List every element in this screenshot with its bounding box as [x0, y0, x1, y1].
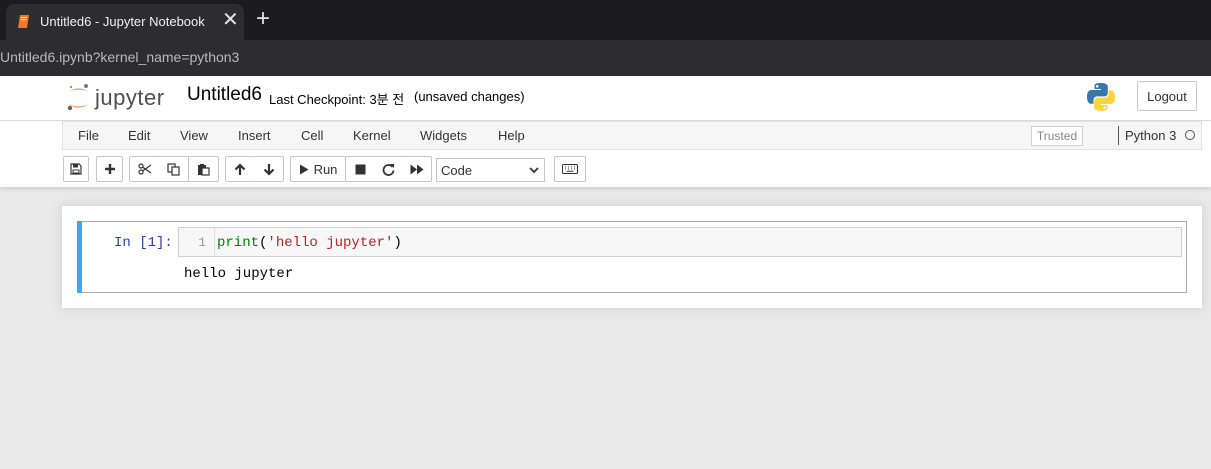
autosave-status: (unsaved changes) — [414, 89, 525, 104]
line-number: 1 — [198, 235, 206, 250]
arrow-up-icon — [234, 162, 246, 175]
interrupt-button[interactable] — [346, 156, 375, 182]
kernel-idle-indicator — [1185, 130, 1195, 140]
notebook-name[interactable]: Untitled6 — [187, 84, 262, 106]
arrow-down-icon — [263, 163, 274, 176]
line-number-gutter: 1 — [179, 228, 215, 256]
code-string: 'hello jupyter' — [267, 235, 394, 251]
keyboard-icon — [562, 164, 578, 174]
save-button[interactable] — [63, 156, 89, 182]
command-palette-button[interactable] — [554, 156, 586, 182]
address-bar[interactable]: Untitled6.ipynb?kernel_name=python3 — [0, 40, 1211, 76]
code-editor[interactable]: 1 print('hello jupyter') — [178, 227, 1182, 257]
run-label: Run — [313, 161, 338, 177]
copy-icon — [167, 162, 180, 176]
logout-button[interactable]: Logout — [1137, 81, 1197, 111]
restart-icon — [382, 163, 394, 176]
restart-run-all-button[interactable] — [402, 156, 432, 182]
run-button[interactable]: Run — [290, 156, 346, 182]
code-paren-close: ) — [393, 235, 402, 251]
cell-selection-bar — [77, 221, 82, 293]
menu-edit[interactable]: Edit — [128, 128, 150, 143]
notebook-favicon-icon — [18, 15, 29, 28]
url-text[interactable]: Untitled6.ipynb?kernel_name=python3 — [0, 49, 239, 65]
paste-icon — [198, 163, 210, 176]
browser-tab-bar: Untitled6 - Jupyter Notebook ✕ + — [0, 0, 1211, 40]
move-down-button[interactable] — [254, 156, 284, 182]
copy-button[interactable] — [159, 156, 189, 182]
browser-tab[interactable]: Untitled6 - Jupyter Notebook ✕ — [6, 4, 244, 40]
menu-help[interactable]: Help — [498, 128, 525, 143]
code-line[interactable]: print('hello jupyter') — [217, 235, 402, 251]
input-prompt: In [1]: — [114, 235, 173, 251]
cut-icon — [137, 163, 151, 175]
kernel-name[interactable]: Python 3 — [1125, 128, 1176, 143]
jupyter-header: jupyter Untitled6 Last Checkpoint: 3분 전 … — [0, 76, 1211, 121]
trusted-indicator[interactable]: Trusted — [1031, 126, 1083, 146]
insert-cell-button[interactable] — [96, 156, 123, 182]
menu-kernel[interactable]: Kernel — [353, 128, 391, 143]
code-builtin: print — [217, 235, 260, 251]
paste-button[interactable] — [189, 156, 219, 182]
menu-file[interactable]: File — [78, 128, 99, 143]
cut-button[interactable] — [129, 156, 160, 182]
stop-icon — [355, 164, 365, 174]
cell-output: hello jupyter — [184, 266, 294, 282]
menu-insert[interactable]: Insert — [238, 128, 271, 143]
menu-view[interactable]: View — [180, 128, 208, 143]
jupyter-logo[interactable]: jupyter — [66, 81, 174, 115]
play-icon — [299, 164, 309, 174]
plus-icon — [104, 164, 115, 174]
menubar: File Edit View Insert Cell Kernel Widget… — [62, 121, 1202, 150]
save-icon — [70, 163, 82, 175]
menu-cell[interactable]: Cell — [301, 128, 323, 143]
jupyter-logo-text: jupyter — [95, 85, 165, 110]
cell-type-select[interactable]: Code — [436, 158, 545, 182]
new-tab-icon[interactable]: + — [256, 7, 270, 31]
python-logo-icon — [1087, 83, 1115, 111]
tab-title: Untitled6 - Jupyter Notebook — [40, 14, 205, 29]
kernel-divider — [1118, 126, 1119, 145]
restart-button[interactable] — [374, 156, 403, 182]
move-up-button[interactable] — [225, 156, 255, 182]
code-cell[interactable]: In [1]: 1 print('hello jupyter') hello j… — [77, 221, 1187, 293]
notebook-container: In [1]: 1 print('hello jupyter') hello j… — [62, 206, 1202, 308]
checkpoint-status: Last Checkpoint: 3분 전 — [269, 92, 405, 107]
menu-widgets[interactable]: Widgets — [420, 128, 467, 143]
chevron-down-icon — [529, 167, 539, 174]
cell-type-value: Code — [441, 162, 473, 178]
fast-forward-icon — [410, 164, 423, 174]
tab-close-icon[interactable]: ✕ — [222, 10, 239, 30]
jupyter-logo-icon — [67, 84, 88, 111]
